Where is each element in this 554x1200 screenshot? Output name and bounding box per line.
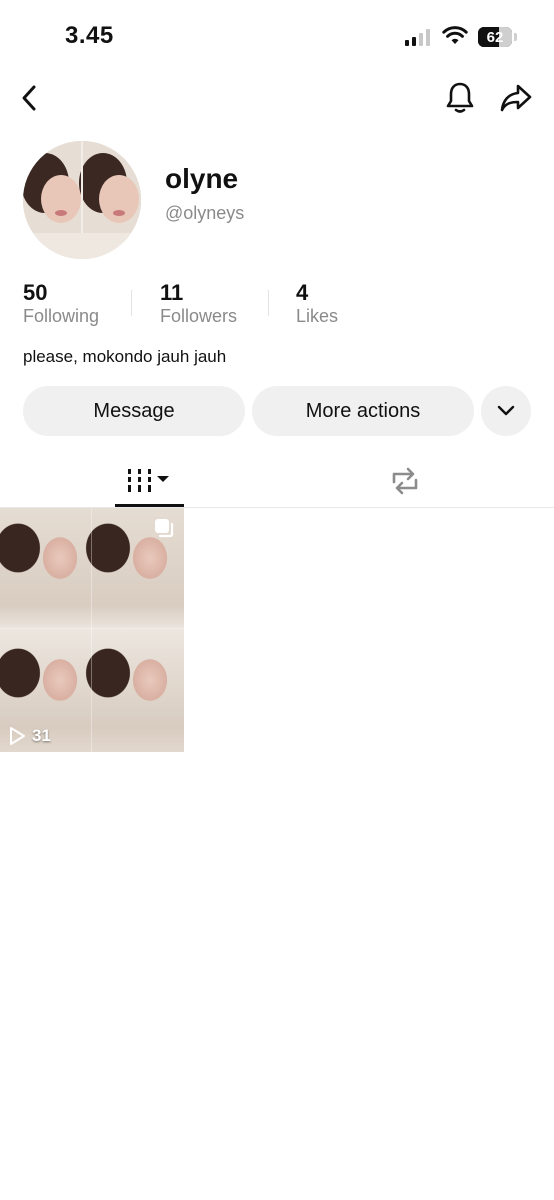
chevron-left-icon	[22, 85, 36, 111]
notifications-button[interactable]	[440, 78, 480, 118]
battery-icon: 62	[478, 27, 512, 47]
stat-divider	[268, 290, 269, 316]
share-button[interactable]	[496, 78, 536, 118]
tab-reposts[interactable]	[370, 456, 439, 506]
bell-icon	[446, 82, 474, 113]
more-actions-button[interactable]: More actions	[252, 386, 474, 436]
tab-videos[interactable]	[115, 456, 184, 506]
video-view-count: 31	[32, 726, 51, 745]
stat-following-value: 50	[23, 280, 48, 305]
share-arrow-icon	[500, 84, 532, 112]
video-thumbnail[interactable]	[0, 508, 184, 752]
stat-divider	[131, 290, 132, 316]
videos-grid-icon	[127, 469, 169, 492]
repost-icon	[392, 467, 417, 495]
stat-likes-label: Likes	[296, 306, 339, 326]
profile-handle: @olyneys	[165, 203, 245, 223]
battery-level: 62	[486, 28, 504, 46]
caret-down-icon	[156, 476, 169, 482]
stat-following-label: Following	[23, 306, 100, 326]
cellular-signal-icon	[405, 28, 430, 46]
suggested-accounts-button[interactable]	[481, 386, 531, 436]
thumbnail-collage-line	[91, 508, 92, 752]
chevron-down-icon	[497, 405, 515, 416]
profile-bio: please, mokondo jauh jauh	[23, 347, 227, 366]
back-button[interactable]	[10, 78, 50, 118]
stat-following[interactable]: 50 Following	[23, 280, 99, 327]
message-button[interactable]: Message	[23, 386, 245, 436]
wifi-icon	[442, 24, 468, 51]
stat-followers[interactable]: 11 Followers	[160, 280, 237, 327]
status-time: 3.45	[65, 22, 114, 49]
stat-followers-label: Followers	[160, 306, 238, 326]
battery-tip	[514, 33, 517, 41]
play-icon	[10, 727, 25, 745]
multi-photo-icon	[153, 517, 175, 544]
video-views: 31	[8, 726, 51, 746]
stat-likes-value: 4	[296, 280, 309, 305]
stat-likes: 4 Likes	[296, 280, 338, 327]
profile-avatar[interactable]	[23, 141, 141, 259]
stat-followers-value: 11	[160, 280, 184, 305]
thumbnail-collage-line	[0, 628, 184, 629]
profile-name: olyne	[165, 163, 239, 194]
avatar-photo	[23, 141, 141, 259]
